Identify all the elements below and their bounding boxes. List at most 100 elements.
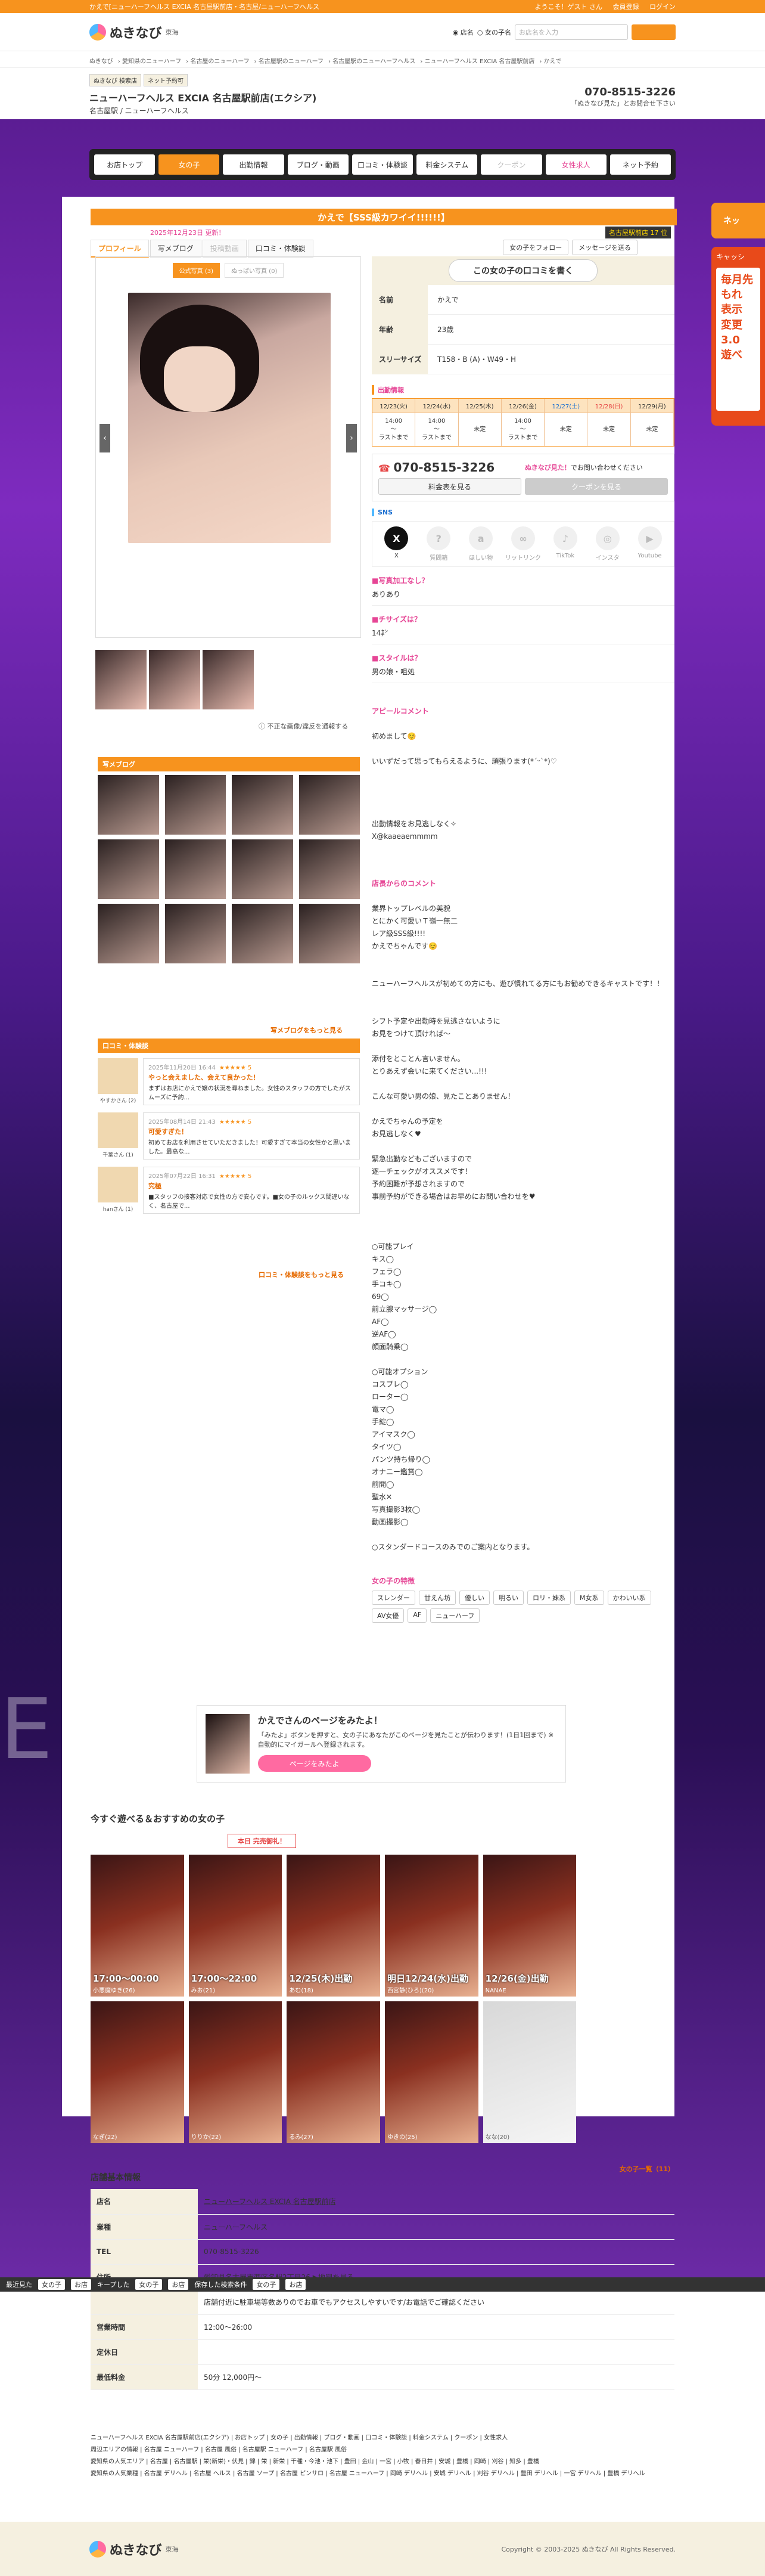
tab-profile[interactable]: プロフィール [91,240,149,258]
feature-tag[interactable]: スレンダー [372,1591,415,1605]
login-link[interactable]: ログイン [649,3,676,11]
recommend-card[interactable]: 明日12/24(水)出勤 西宮静(ひろ)(20) [385,1855,478,1997]
feature-tag[interactable]: 明るい [493,1591,524,1605]
tab-extra-photos[interactable]: ぬっぱい写真 (0) [225,263,284,278]
blog-thumb[interactable] [98,775,159,835]
saved-shops[interactable]: お店 [285,2279,306,2290]
sns-x[interactable]: XX [377,526,416,562]
site-logo[interactable]: ぬきなび 東海 [89,23,179,42]
search-scope-girl[interactable]: ○ 女の子名 [477,27,511,37]
keep-girls[interactable]: 女の子 [135,2279,163,2290]
review-item[interactable]: やすかさん (2) 2025年11月20日 16:44 ★★★★★ 5 やっと会えま… [98,1058,360,1105]
recommend-card[interactable]: 12/25(木)出勤 あむ(18) [287,1855,380,1997]
tab-official-photos[interactable]: 公式写真 (3) [172,263,220,278]
review-item[interactable]: 千葉さん (1) 2025年08月14日 21:43 ★★★★★ 5 可愛すぎた！ 初… [98,1112,360,1160]
mitayo-button[interactable]: ページをみたよ [257,1755,371,1772]
history-girls[interactable]: 女の子 [38,2279,65,2290]
blog-thumb[interactable] [232,904,293,963]
footer-logo[interactable]: ぬきなび 東海 [89,2540,179,2559]
blog-thumb[interactable] [98,904,159,963]
blog-thumb[interactable] [164,775,226,835]
feature-tag[interactable]: かわいい系 [607,1591,651,1605]
side-tab[interactable]: ネッ [711,203,765,238]
info-value[interactable]: ニューハーフヘルス EXCIA 名古屋駅前店 [198,2189,674,2215]
breadcrumb-item[interactable]: ぬきなび [89,58,113,65]
tab-video[interactable]: 投稿動画 [202,240,247,258]
coupon-button[interactable]: クーポンを見る [525,478,668,495]
reviews-more-link[interactable]: 口コミ・体験談をもっと見る [259,1270,344,1279]
breadcrumb-item[interactable]: 愛知県のニューハーフ [122,58,181,65]
footer-link-row[interactable]: ニューハーフヘルス EXCIA 名古屋駅前店(エクシア) | お店トップ | 女… [91,2432,674,2444]
feature-tag[interactable]: 甘えん坊 [419,1591,456,1605]
blog-thumb[interactable] [164,904,226,963]
history-shops[interactable]: お店 [71,2279,91,2290]
footer-link-row[interactable]: 周辺エリアの情報 | 名古屋 ニューハーフ | 名古屋 風俗 | 名古屋駅 ニュ… [91,2444,674,2456]
photo-thumb[interactable] [203,650,254,709]
search-button[interactable] [632,24,676,40]
sns-askbox[interactable]: ? 質問箱 [419,526,458,562]
feature-tag[interactable]: 優しい [459,1591,490,1605]
sns-wishlist[interactable]: a ほしい物 [462,526,500,562]
sns-tiktok[interactable]: ♪ TikTok [546,526,584,562]
search-scope-shop[interactable]: ◉ 店名 [453,27,474,37]
blog-thumb[interactable] [164,839,226,899]
shop-tel[interactable]: 070-8515-3226 「ぬきなび見た」とお問合せ下さい [571,86,676,108]
register-link[interactable]: 会員登録 [613,3,639,11]
blog-thumb[interactable] [98,839,159,899]
tab-blog[interactable]: 写メブログ [150,240,201,258]
nav-reserve[interactable]: ネット予約 [609,154,671,175]
girl-tel-number[interactable]: 070-8515-3226 [378,460,521,475]
recommend-card[interactable]: ゆきの(25) [385,2001,478,2143]
photo-thumb[interactable] [149,650,200,709]
tab-reviews[interactable]: 口コミ・体験談 [247,240,313,258]
write-review-button[interactable]: この女の子の口コミを書く [449,259,598,282]
footer-link-row[interactable]: 愛知県の人気エリア | 名古屋 | 名古屋駅 | 栄(新栄)・伏見 | 錦 | … [91,2456,674,2468]
feature-tag[interactable]: M女系 [574,1591,604,1605]
sns-youtube[interactable]: ▶ Youtube [630,526,669,562]
photo-thumb[interactable] [95,650,147,709]
saved-girls[interactable]: 女の子 [253,2279,280,2290]
feature-tag[interactable]: AF [408,1608,427,1623]
breadcrumb-item[interactable]: 名古屋駅のニューハーフ [259,58,324,65]
search-input[interactable]: お店名を入力 [515,24,628,40]
blog-thumb[interactable] [298,839,360,899]
price-button[interactable]: 料金表を見る [378,478,521,495]
breadcrumb-item[interactable]: 名古屋のニューハーフ [190,58,249,65]
feature-tag[interactable]: AV女優 [372,1608,405,1623]
nav-recruit[interactable]: 女性求人 [545,154,607,175]
nav-schedule[interactable]: 出勤情報 [223,154,284,175]
prev-arrow-icon[interactable]: ‹ [99,424,110,452]
recommend-card[interactable]: なぎ(22) [91,2001,184,2143]
message-button[interactable]: メッセージを送る [572,240,638,255]
sns-litlink[interactable]: ∞ リットリンク [504,526,543,562]
keep-shops[interactable]: お店 [168,2279,189,2290]
blog-thumb[interactable] [298,775,360,835]
nav-girls[interactable]: 女の子 [158,154,220,175]
blog-thumb[interactable] [232,775,293,835]
blog-thumb[interactable] [232,839,293,899]
sns-instagram[interactable]: ◎ インスタ [588,526,627,562]
recommend-card[interactable]: るみ(27) [287,2001,380,2143]
nav-top[interactable]: お店トップ [94,154,156,175]
recommend-card[interactable]: 12/26(金)出勤 NANAE [483,1855,577,1997]
nav-blog[interactable]: ブログ・動画 [287,154,349,175]
report-link[interactable]: ⓘ 不正な画像/違反を通報する [259,721,348,731]
footer-link-row[interactable]: 愛知県の人気業種 | 名古屋 デリヘル | 名古屋 ヘルス | 名古屋 ソープ … [91,2468,674,2480]
recommend-card[interactable]: りりか(22) [188,2001,282,2143]
review-item[interactable]: hanさん (1) 2025年07月22日 16:31 ★★★★★ 5 究極 ■スタッ… [98,1167,360,1214]
recommend-card[interactable]: 17:00〜00:00 小悪魔ゆき(26) [91,1855,184,1997]
next-arrow-icon[interactable]: › [346,424,357,452]
recommend-card[interactable]: 17:00〜22:00 みお(21) [188,1855,282,1997]
blog-thumb[interactable] [298,904,360,963]
side-ad-banner[interactable]: キャッシ 毎月先 もれ 表示 変更 3.0 遊べ [711,247,765,426]
nav-price[interactable]: 料金システム [416,154,478,175]
main-photo[interactable] [128,293,331,543]
blog-more-link[interactable]: 写メブログをもっと見る [270,1025,343,1035]
recommend-card[interactable]: なな(20) [483,2001,577,2143]
breadcrumb-item[interactable]: ニューハーフヘルス EXCIA 名古屋駅前店 [425,58,535,65]
breadcrumb-item[interactable]: 名古屋駅のニューハーフヘルス [332,58,415,65]
feature-tag[interactable]: ロリ・妹系 [527,1591,571,1605]
follow-button[interactable]: 女の子をフォロー [503,240,569,255]
feature-tag[interactable]: ニューハーフ [430,1608,480,1623]
nav-coupon[interactable]: クーポン [481,154,542,175]
